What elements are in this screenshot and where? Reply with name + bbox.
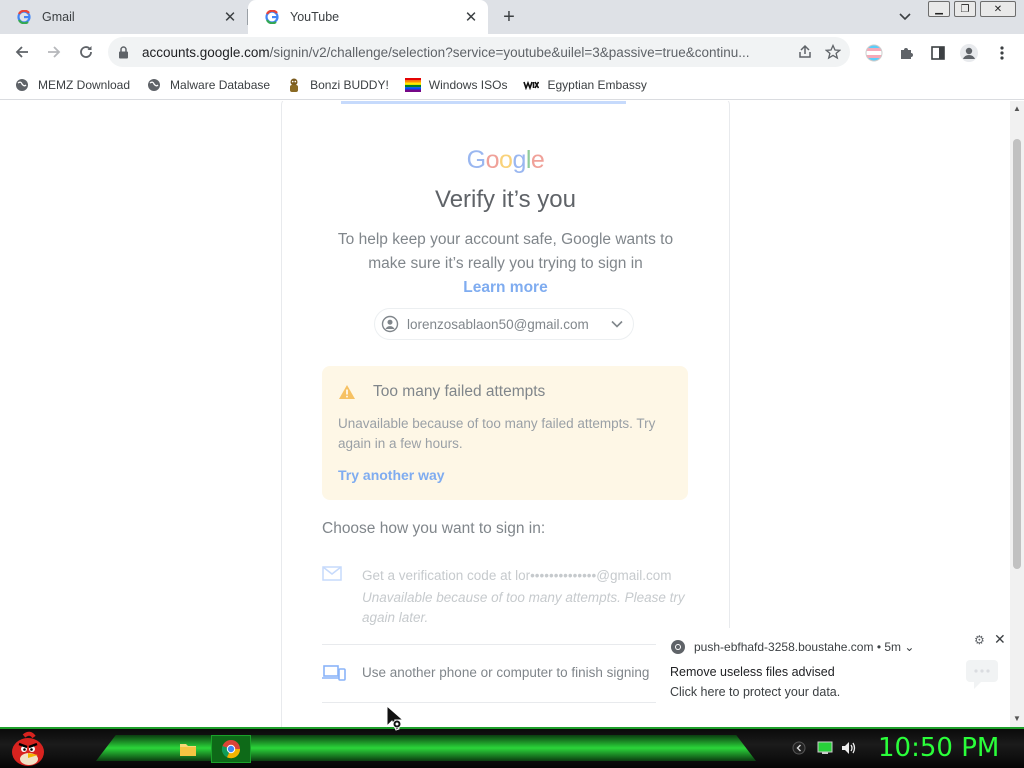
option-divider bbox=[322, 702, 688, 703]
chrome-taskbar-icon[interactable] bbox=[211, 735, 251, 763]
bookmark-label: Malware Database bbox=[170, 77, 271, 92]
taskbar-clock[interactable]: 10:50 PM bbox=[878, 733, 999, 763]
bookmark-star-icon[interactable] bbox=[822, 41, 844, 63]
network-icon[interactable] bbox=[817, 741, 833, 755]
url-text: accounts.google.com/signin/v2/challenge/… bbox=[142, 45, 794, 60]
tab-search-icon[interactable] bbox=[895, 8, 915, 26]
chevron-down-icon bbox=[611, 320, 627, 328]
tab-title: Gmail bbox=[42, 10, 75, 24]
notification-source: push-ebfhafd-3258.boustahe.com • 5m ⌄ bbox=[694, 640, 914, 654]
minimize-button[interactable]: ▁ bbox=[928, 1, 950, 17]
option-title: Get a verification code at lor••••••••••… bbox=[362, 568, 672, 583]
reload-icon[interactable] bbox=[74, 40, 98, 64]
alert-title: Too many failed attempts bbox=[373, 383, 546, 400]
chrome-icon bbox=[670, 639, 686, 655]
devices-icon bbox=[322, 664, 346, 682]
bookmark-memz-download[interactable]: MEMZ Download bbox=[14, 77, 130, 93]
bookmark-windows-isos[interactable]: Windows ISOs bbox=[404, 77, 508, 93]
share-icon[interactable] bbox=[794, 41, 816, 63]
google-logo: Google bbox=[466, 146, 545, 174]
volume-icon[interactable] bbox=[841, 741, 857, 755]
account-email: lorenzosablaon50@gmail.com bbox=[407, 316, 589, 332]
browser-toolbar: accounts.google.com/signin/v2/challenge/… bbox=[0, 34, 1024, 70]
warning-icon bbox=[338, 384, 356, 400]
notification-age: • 5m bbox=[876, 640, 902, 654]
close-icon[interactable]: ✕ bbox=[994, 631, 1008, 647]
menu-kebab-icon[interactable] bbox=[991, 42, 1013, 64]
chevron-down-icon[interactable]: ⌄ bbox=[904, 640, 914, 654]
account-circle-icon bbox=[381, 315, 399, 333]
mail-icon bbox=[322, 566, 344, 582]
close-window-button[interactable]: ✕ bbox=[980, 1, 1016, 17]
subtitle-text: To help keep your account safe, Google w… bbox=[337, 231, 674, 272]
close-tab-icon[interactable]: ✕ bbox=[462, 8, 480, 26]
bookmark-malware-database[interactable]: Malware Database bbox=[146, 77, 270, 93]
globe-icon bbox=[146, 77, 162, 93]
url-host: accounts.google.com bbox=[142, 44, 270, 60]
forward-icon[interactable] bbox=[42, 40, 66, 64]
start-button-angry-bird-icon[interactable] bbox=[8, 731, 48, 767]
try-another-way-link[interactable]: Try another way bbox=[338, 467, 445, 483]
page-scrollbar[interactable]: ▲ ▼ bbox=[1010, 101, 1024, 727]
scroll-down-icon[interactable]: ▼ bbox=[1013, 715, 1021, 723]
bonzi-icon bbox=[286, 77, 302, 93]
extensions-icon[interactable] bbox=[895, 42, 917, 64]
tab-gmail[interactable]: Gmail ✕ bbox=[0, 0, 247, 34]
page-subtitle: To help keep your account safe, Google w… bbox=[322, 228, 689, 300]
page-title: Verify it’s you bbox=[435, 186, 576, 213]
failed-attempts-alert: Too many failed attempts Unavailable bec… bbox=[322, 366, 688, 500]
profile-avatar-icon[interactable] bbox=[958, 42, 980, 64]
url-path: /signin/v2/challenge/selection?service=y… bbox=[269, 44, 750, 60]
rainbow-flag-icon bbox=[404, 77, 421, 93]
option-verification-code: Get a verification code at lor••••••••••… bbox=[322, 558, 688, 638]
tab-title: YouTube bbox=[290, 10, 340, 24]
bookmark-bonzi-buddy[interactable]: Bonzi BUDDY! bbox=[286, 77, 389, 93]
choose-heading: Choose how you want to sign in: bbox=[322, 520, 546, 537]
option-subtitle: Unavailable because of too many attempts… bbox=[362, 590, 685, 625]
lock-icon[interactable] bbox=[118, 45, 132, 59]
restore-button[interactable]: ❐ bbox=[954, 1, 976, 17]
mouse-cursor-icon bbox=[385, 704, 411, 732]
back-icon[interactable] bbox=[10, 40, 34, 64]
side-panel-icon[interactable] bbox=[927, 42, 949, 64]
tray-arrow-icon[interactable] bbox=[792, 741, 808, 755]
bookmark-label: Egyptian Embassy bbox=[547, 77, 647, 92]
option-title: Use another phone or computer to finish … bbox=[362, 665, 650, 680]
notification-domain: push-ebfhafd-3258.boustahe.com bbox=[694, 640, 874, 654]
bookmark-label: Bonzi BUDDY! bbox=[310, 77, 389, 92]
learn-more-link[interactable]: Learn more bbox=[322, 276, 689, 300]
bookmark-egyptian-embassy[interactable]: Egyptian Embassy bbox=[523, 77, 647, 93]
file-explorer-icon[interactable] bbox=[168, 735, 208, 763]
option-another-device[interactable]: Use another phone or computer to finish … bbox=[322, 644, 688, 700]
wix-icon bbox=[523, 77, 540, 93]
scrollbar-thumb[interactable] bbox=[1013, 139, 1021, 569]
push-notification[interactable]: push-ebfhafd-3258.boustahe.com • 5m ⌄ ⚙ … bbox=[656, 628, 1010, 728]
notification-title: Remove useless files advised bbox=[670, 665, 835, 679]
bookmark-label: Windows ISOs bbox=[428, 77, 508, 92]
bookmarks-bar: MEMZ Download Malware Database Bonzi BUD… bbox=[0, 70, 1024, 100]
tab-strip: Gmail ✕ YouTube ✕ + ▁ ❐ ✕ bbox=[0, 0, 1024, 34]
taskbar: 10:50 PM bbox=[0, 727, 1024, 768]
google-icon bbox=[264, 9, 280, 25]
google-icon bbox=[16, 9, 32, 25]
account-chip[interactable]: lorenzosablaon50@gmail.com bbox=[374, 308, 634, 340]
progress-bar bbox=[341, 101, 626, 104]
bookmark-label: MEMZ Download bbox=[38, 77, 131, 92]
message-bubble-icon bbox=[964, 658, 1000, 690]
globe-icon bbox=[14, 77, 30, 93]
gear-icon[interactable]: ⚙ bbox=[974, 633, 988, 647]
address-bar[interactable]: accounts.google.com/signin/v2/challenge/… bbox=[108, 37, 850, 67]
close-tab-icon[interactable]: ✕ bbox=[221, 8, 239, 26]
new-tab-button[interactable]: + bbox=[497, 6, 521, 28]
profile-flag-icon[interactable] bbox=[863, 42, 885, 64]
alert-body: Unavailable because of too many failed a… bbox=[338, 416, 656, 451]
tab-youtube[interactable]: YouTube ✕ bbox=[248, 0, 488, 34]
notification-body: Click here to protect your data. bbox=[670, 685, 841, 699]
scroll-up-icon[interactable]: ▲ bbox=[1013, 105, 1021, 113]
